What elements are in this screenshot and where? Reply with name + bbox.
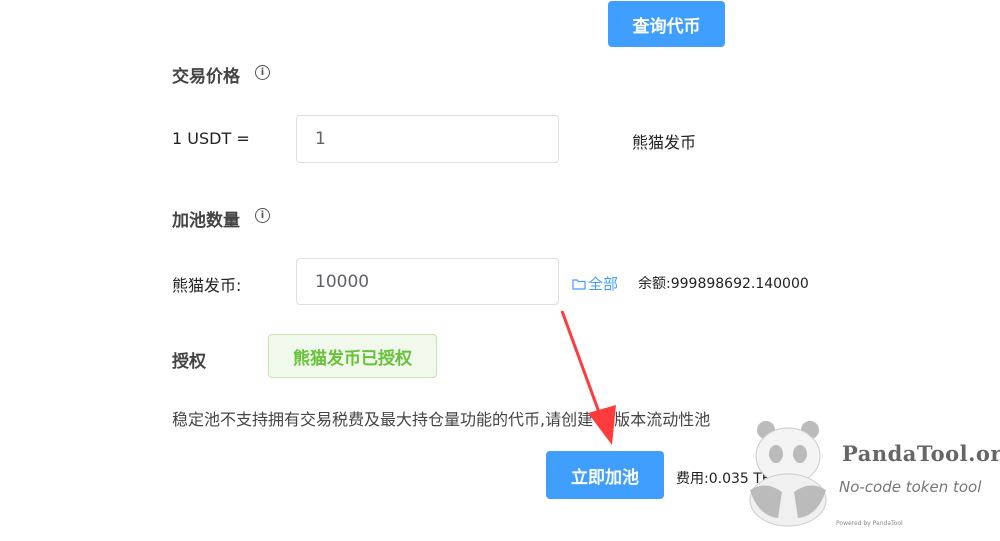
folder-icon bbox=[572, 278, 586, 290]
query-token-button[interactable]: 查询代币 bbox=[608, 1, 725, 47]
info-circle-icon[interactable]: i bbox=[255, 65, 270, 80]
authorized-status-button[interactable]: 熊猫发币已授权 bbox=[268, 334, 437, 378]
watermark-subtitle: No-code token tool bbox=[839, 478, 982, 496]
balance-text: 余额:999898692.140000 bbox=[638, 276, 809, 292]
select-all-link[interactable]: 全部 bbox=[572, 273, 618, 294]
price-prefix-label: 1 USDT = bbox=[172, 129, 250, 148]
watermark-powered-by: Powered by PandaTool bbox=[836, 520, 903, 527]
watermark-title: PandaTool.org bbox=[842, 441, 1000, 466]
pool-amount-heading: 加池数量 bbox=[172, 211, 240, 231]
price-input[interactable]: 1 bbox=[296, 115, 559, 163]
pool-token-label: 熊猫发币: bbox=[172, 276, 242, 295]
price-token-name: 熊猫发币 bbox=[632, 133, 697, 152]
pool-amount-input[interactable]: 10000 bbox=[296, 258, 559, 305]
authorize-label: 授权 bbox=[172, 352, 206, 372]
select-all-label: 全部 bbox=[588, 275, 619, 293]
add-pool-button[interactable]: 立即加池 bbox=[546, 451, 664, 499]
panda-logo-icon bbox=[749, 421, 827, 527]
red-arrow-annotation bbox=[560, 310, 616, 445]
info-circle-icon[interactable]: i bbox=[255, 208, 270, 223]
trade-price-heading: 交易价格 bbox=[172, 67, 240, 87]
